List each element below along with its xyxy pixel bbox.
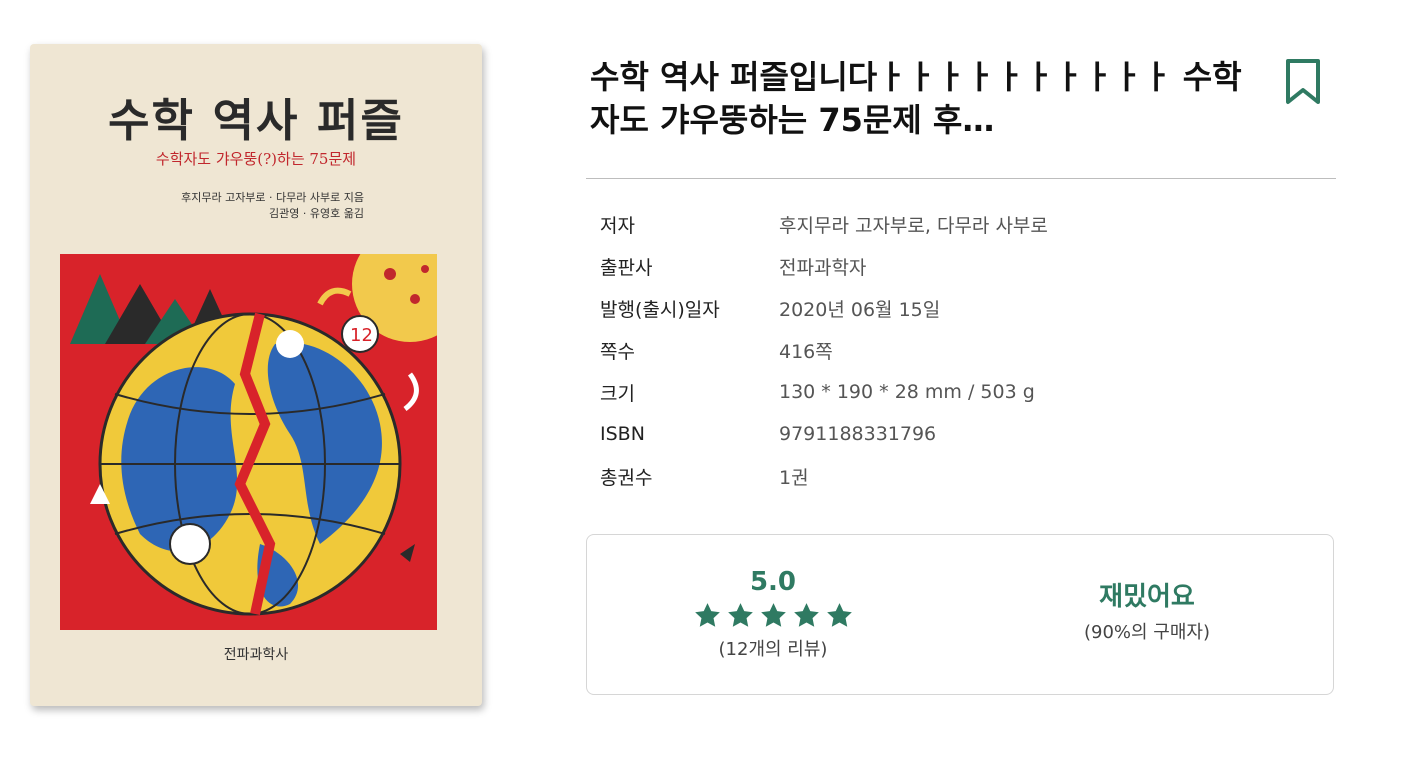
book-cover-image[interactable]: 수학 역사 퍼즐 수학자도 갸우뚱(?)하는 75문제 후지무라 고자부로 · … xyxy=(30,44,482,706)
detail-label: 크기 xyxy=(600,382,635,405)
detail-label: 발행(출시)일자 xyxy=(600,298,720,321)
detail-value: 전파과학자 xyxy=(779,256,867,279)
detail-label: ISBN xyxy=(600,423,645,445)
detail-row-publisher: 출판사 전파과학자 xyxy=(600,245,1048,287)
score-column: 5.0 (12개의 리뷰) xyxy=(675,565,871,661)
detail-value: 416쪽 xyxy=(779,340,833,363)
rating-summary-box: 5.0 (12개의 리뷰) 재밌어요 (90%의 구매자) xyxy=(586,534,1334,695)
book-detail-page: 수학 역사 퍼즐 수학자도 갸우뚱(?)하는 75문제 후지무라 고자부로 · … xyxy=(0,0,1401,778)
star-icon xyxy=(826,603,852,627)
detail-row-author: 저자 후지무라 고자부로, 다무라 사부로 xyxy=(600,203,1048,245)
review-count-link[interactable]: (12개의 리뷰) xyxy=(675,635,871,661)
detail-row-isbn: ISBN 9791188331796 xyxy=(600,413,1048,455)
star-icon xyxy=(727,603,753,627)
title-divider xyxy=(586,178,1336,179)
globe-illustration: 12 xyxy=(60,254,437,630)
detail-row-volumes: 총권수 1권 xyxy=(600,455,1048,497)
rating-score: 5.0 xyxy=(749,567,797,597)
detail-label: 쪽수 xyxy=(600,340,635,363)
cover-publisher: 전파과학사 xyxy=(223,647,289,663)
detail-label: 총권수 xyxy=(600,466,653,489)
svg-text:12: 12 xyxy=(350,325,373,346)
detail-label: 출판사 xyxy=(600,256,653,279)
opinion-column: 재밌어요 (90%의 구매자) xyxy=(1047,580,1247,644)
cover-illustration: 12 xyxy=(60,254,437,630)
top-opinion: 재밌어요 xyxy=(1099,582,1195,612)
detail-value: 1권 xyxy=(779,466,809,489)
star-icon xyxy=(760,603,786,627)
cover-authors-line: 후지무라 고자부로 · 다무라 사부로 지음 xyxy=(181,191,364,204)
detail-value: 2020년 06월 15일 xyxy=(779,298,941,321)
cover-authors: 후지무라 고자부로 · 다무라 사부로 지음 김관영 · 유영호 옮김 xyxy=(181,190,364,222)
star-icon xyxy=(793,603,819,627)
opinion-share: (90%의 구매자) xyxy=(1083,622,1210,643)
detail-value: 130 * 190 * 28 mm / 503 g xyxy=(779,381,1035,403)
cover-title: 수학 역사 퍼즐 xyxy=(108,94,404,147)
bookmark-icon[interactable] xyxy=(1284,58,1322,106)
star-icon xyxy=(694,603,720,627)
detail-row-size: 크기 130 * 190 * 28 mm / 503 g xyxy=(600,371,1048,413)
star-rating xyxy=(675,601,871,631)
detail-row-release-date: 발행(출시)일자 2020년 06월 15일 xyxy=(600,287,1048,329)
detail-label: 저자 xyxy=(600,214,635,237)
cover-translators-line: 김관영 · 유영호 옮김 xyxy=(269,207,364,220)
book-details-table: 저자 후지무라 고자부로, 다무라 사부로 출판사 전파과학자 발행(출시)일자… xyxy=(600,203,1048,497)
cover-subtitle: 수학자도 갸우뚱(?)하는 75문제 xyxy=(155,150,357,168)
detail-value: 후지무라 고자부로, 다무라 사부로 xyxy=(779,214,1048,237)
book-title: 수학 역사 퍼즐입니다ㅏㅏㅏㅏㅏㅏㅏㅏㅏㅏ 수학자도 갸우뚱하는 75문제 후… xyxy=(590,58,1242,139)
detail-row-pages: 쪽수 416쪽 xyxy=(600,329,1048,371)
detail-value: 9791188331796 xyxy=(779,423,937,445)
